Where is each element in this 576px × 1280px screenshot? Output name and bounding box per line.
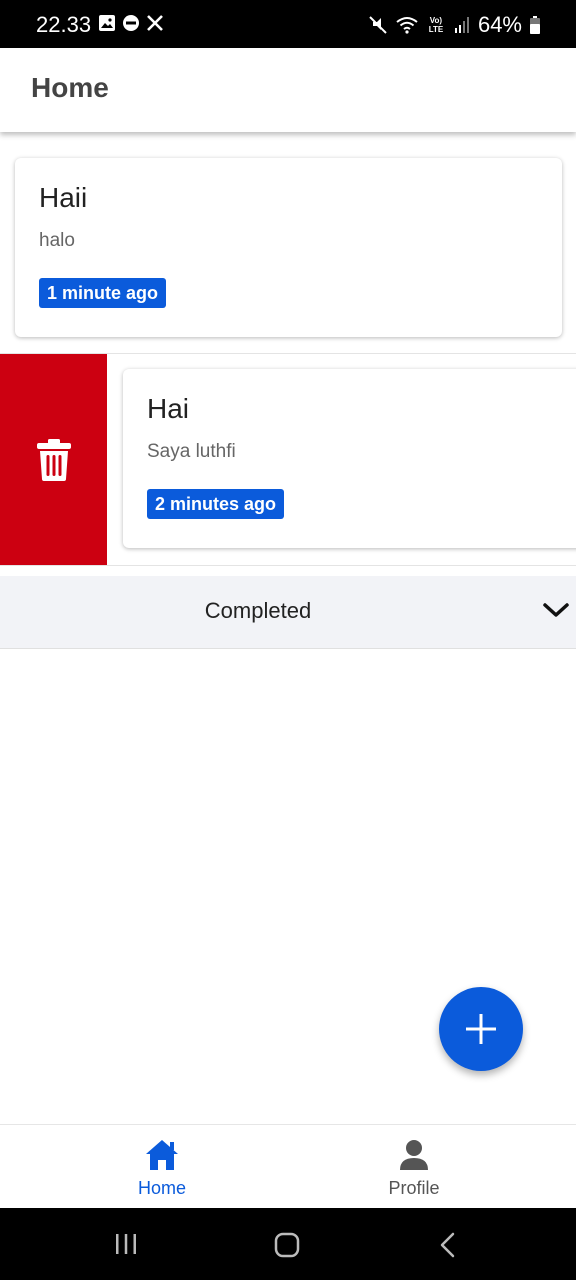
network-type: Vo) LTE — [428, 16, 444, 34]
person-icon — [400, 1140, 428, 1170]
note-card[interactable]: Haii halo 1 minute ago — [15, 158, 562, 337]
home-icon — [146, 1140, 178, 1170]
x-logo-icon — [147, 15, 163, 31]
nav-item-home[interactable]: Home — [102, 1139, 222, 1199]
battery-icon — [530, 16, 540, 34]
bottom-navigation: Home Profile — [0, 1124, 576, 1209]
wifi-icon — [396, 17, 418, 34]
signal-icon — [454, 17, 469, 33]
page-title: Home — [31, 72, 109, 103]
status-bar: 22.33 Vo) LTE 64% — [0, 0, 576, 48]
image-icon — [99, 15, 115, 31]
note-title: Hai — [147, 393, 190, 424]
time-badge: 1 minute ago — [39, 278, 167, 308]
note-title: Haii — [39, 182, 88, 213]
home-button-icon[interactable] — [274, 1232, 300, 1258]
plus-icon — [466, 1014, 496, 1044]
delete-action[interactable] — [0, 354, 107, 565]
back-icon[interactable] — [438, 1232, 458, 1258]
add-note-button[interactable] — [439, 987, 523, 1071]
note-description: Saya luthfi — [147, 441, 236, 462]
completed-section-header[interactable]: Completed — [0, 576, 576, 649]
status-time: 22.33 — [36, 12, 92, 37]
time-badge: 2 minutes ago — [147, 489, 285, 519]
swipeable-note-row[interactable]: Hai Saya luthfi 2 minutes ago — [0, 353, 576, 566]
app-bar: Home — [0, 48, 576, 132]
nav-label-profile: Profile — [388, 1178, 440, 1198]
system-navigation-bar — [0, 1208, 576, 1280]
trash-icon — [36, 438, 71, 481]
section-label: Completed — [204, 598, 312, 623]
mute-icon — [369, 16, 387, 34]
chevron-down-icon[interactable] — [542, 600, 570, 620]
recent-apps-icon[interactable] — [114, 1232, 138, 1256]
note-description: halo — [39, 230, 75, 251]
battery-percent: 64% — [477, 12, 522, 37]
nav-item-profile[interactable]: Profile — [354, 1139, 474, 1199]
note-card[interactable]: Hai Saya luthfi 2 minutes ago — [123, 369, 576, 548]
do-not-disturb-icon — [123, 15, 139, 31]
nav-label-home: Home — [137, 1178, 186, 1198]
